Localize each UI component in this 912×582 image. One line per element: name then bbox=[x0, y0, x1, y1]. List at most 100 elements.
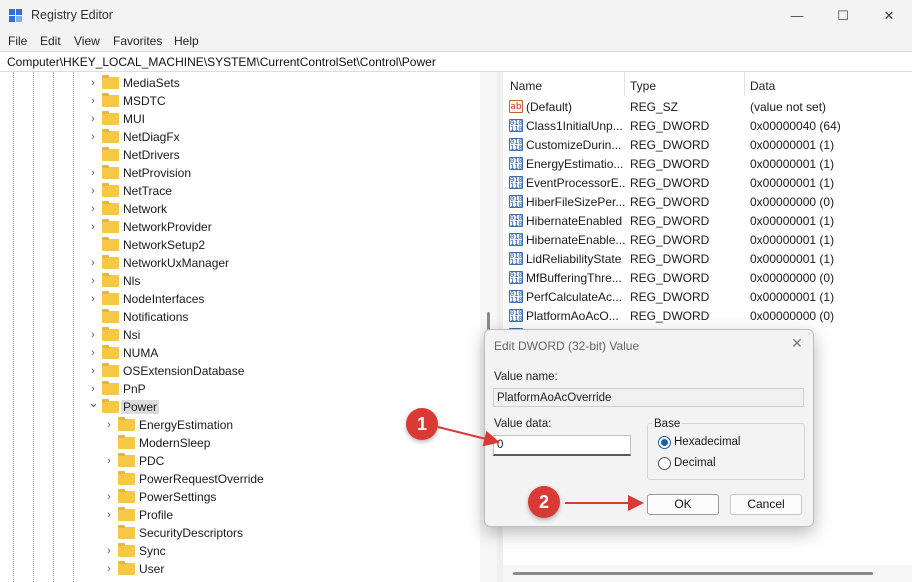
values-scroll-thumb[interactable] bbox=[513, 572, 873, 575]
binary-value-icon: 010 110 bbox=[509, 309, 523, 322]
menu-view[interactable]: View bbox=[74, 34, 100, 48]
value-data-field[interactable]: 0 bbox=[493, 435, 631, 456]
cancel-button[interactable]: Cancel bbox=[730, 494, 802, 515]
column-type-header[interactable]: Type bbox=[623, 72, 745, 96]
chevron-right-icon[interactable]: › bbox=[88, 328, 98, 342]
tree-item[interactable]: Notifications bbox=[0, 308, 480, 326]
key-tree[interactable]: › MediaSets › MSDTC › MUI › NetDiagFx NetDrivers… bbox=[0, 72, 497, 582]
chevron-down-icon[interactable]: ⌄ bbox=[88, 396, 99, 410]
folder-icon bbox=[102, 147, 119, 161]
decimal-radio-button[interactable] bbox=[658, 457, 671, 470]
value-name-label: Value name: bbox=[494, 371, 558, 383]
value-row[interactable]: 010 110 HibernateEnable... REG_DWORD 0x0000… bbox=[503, 230, 912, 249]
value-row[interactable]: 010 110 HibernateEnabled REG_DWORD 0x000000… bbox=[503, 211, 912, 230]
chevron-right-icon[interactable]: › bbox=[104, 508, 114, 522]
base-label: Base bbox=[652, 418, 683, 430]
value-type: REG_DWORD bbox=[630, 309, 710, 323]
chevron-right-icon[interactable]: › bbox=[88, 382, 98, 396]
value-name: CustomizeDurin... bbox=[526, 138, 622, 152]
tree-item[interactable]: SecurityDescriptors bbox=[0, 524, 480, 542]
chevron-right-icon[interactable]: › bbox=[104, 562, 114, 576]
values-horizontal-scrollbar[interactable] bbox=[503, 565, 912, 582]
chevron-right-icon[interactable]: › bbox=[88, 256, 98, 270]
chevron-right-icon[interactable]: › bbox=[88, 364, 98, 378]
chevron-right-icon[interactable]: › bbox=[88, 130, 98, 144]
close-button[interactable]: ✕ bbox=[866, 0, 912, 31]
chevron-right-icon[interactable]: › bbox=[88, 112, 98, 126]
chevron-right-icon[interactable]: › bbox=[88, 220, 98, 234]
value-row[interactable]: 010 110 CustomizeDurin... REG_DWORD 0x00000… bbox=[503, 135, 912, 154]
tree-item[interactable]: › NUMA bbox=[0, 344, 480, 362]
tree-item[interactable]: › OSExtensionDatabase bbox=[0, 362, 480, 380]
tree-item[interactable]: PowerRequestOverride bbox=[0, 470, 480, 488]
value-row[interactable]: ab (Default) REG_SZ (value not set) bbox=[503, 97, 912, 116]
tree-item[interactable]: › Nsi bbox=[0, 326, 480, 344]
tree-item[interactable]: › NodeInterfaces bbox=[0, 290, 480, 308]
tree-item-label: NetProvision bbox=[123, 166, 192, 180]
hexadecimal-radio-button[interactable] bbox=[658, 436, 671, 449]
tree-item[interactable]: › MUI bbox=[0, 110, 480, 128]
tree-item[interactable]: › NetProvision bbox=[0, 164, 480, 182]
address-bar[interactable]: Computer\HKEY_LOCAL_MACHINE\SYSTEM\Curre… bbox=[0, 51, 912, 72]
chevron-right-icon[interactable]: › bbox=[88, 76, 98, 90]
tree-item[interactable]: › PDC bbox=[0, 452, 480, 470]
chevron-right-icon[interactable]: › bbox=[104, 490, 114, 504]
column-name-header[interactable]: Name bbox=[503, 72, 625, 96]
menu-edit[interactable]: Edit bbox=[40, 34, 61, 48]
chevron-right-icon[interactable]: › bbox=[104, 544, 114, 558]
tree-item[interactable]: › PowerSettings bbox=[0, 488, 480, 506]
value-type: REG_DWORD bbox=[630, 195, 710, 209]
chevron-right-icon[interactable]: › bbox=[88, 184, 98, 198]
tree-item[interactable]: › MSDTC bbox=[0, 92, 480, 110]
tree-item[interactable]: › NetTrace bbox=[0, 182, 480, 200]
chevron-right-icon[interactable]: › bbox=[88, 274, 98, 288]
value-row[interactable]: 010 110 PerfCalculateAc... REG_DWORD 0x0000… bbox=[503, 287, 912, 306]
value-row[interactable]: 010 110 Class1InitialUnp... REG_DWORD 0x000… bbox=[503, 116, 912, 135]
folder-icon bbox=[118, 435, 135, 449]
chevron-right-icon[interactable]: › bbox=[88, 346, 98, 360]
tree-item[interactable]: › User bbox=[0, 560, 480, 578]
tree-item[interactable]: NetDrivers bbox=[0, 146, 480, 164]
menu-file[interactable]: File bbox=[8, 34, 27, 48]
menu-help[interactable]: Help bbox=[174, 34, 199, 48]
maximize-button[interactable]: ☐ bbox=[820, 0, 866, 31]
tree-item-label: NetworkUxManager bbox=[123, 256, 230, 270]
value-data: 0x00000001 (1) bbox=[750, 176, 835, 190]
tree-item[interactable]: ModernSleep bbox=[0, 434, 480, 452]
tree-item[interactable]: › NetDiagFx bbox=[0, 128, 480, 146]
chevron-right-icon[interactable]: › bbox=[88, 166, 98, 180]
address-path[interactable]: Computer\HKEY_LOCAL_MACHINE\SYSTEM\Curre… bbox=[7, 55, 436, 69]
dialog-close-icon[interactable]: ✕ bbox=[789, 335, 805, 351]
folder-icon bbox=[102, 75, 119, 89]
value-row[interactable]: 010 110 MfBufferingThre... REG_DWORD 0x0000… bbox=[503, 268, 912, 287]
tree-item[interactable]: › Nls bbox=[0, 272, 480, 290]
value-row[interactable]: 010 110 EventProcessorE... REG_DWORD 0x0000… bbox=[503, 173, 912, 192]
tree-item[interactable]: › NetworkUxManager bbox=[0, 254, 480, 272]
value-data: (value not set) bbox=[750, 100, 827, 114]
chevron-right-icon[interactable]: › bbox=[88, 202, 98, 216]
value-data: 0x00000040 (64) bbox=[750, 119, 841, 133]
tree-item-label: Power bbox=[121, 400, 160, 414]
value-name-field[interactable]: PlatformAoAcOverride bbox=[493, 388, 804, 407]
tree-item[interactable]: › MediaSets bbox=[0, 74, 480, 92]
folder-icon bbox=[102, 327, 119, 341]
value-row[interactable]: 010 110 PlatformAoAcO... REG_DWORD 0x000000… bbox=[503, 306, 912, 325]
chevron-right-icon[interactable]: › bbox=[88, 94, 98, 108]
chevron-right-icon[interactable]: › bbox=[88, 292, 98, 306]
tree-item[interactable]: › Profile bbox=[0, 506, 480, 524]
tree-item[interactable]: › Sync bbox=[0, 542, 480, 560]
tree-item[interactable]: ⌄ Power bbox=[0, 396, 480, 416]
tree-item[interactable]: NetworkSetup2 bbox=[0, 236, 480, 254]
value-row[interactable]: 010 110 HiberFileSizePer... REG_DWORD 0x000… bbox=[503, 192, 912, 211]
tree-item[interactable]: › NetworkProvider bbox=[0, 218, 480, 236]
menu-favorites[interactable]: Favorites bbox=[113, 34, 162, 48]
chevron-right-icon[interactable]: › bbox=[104, 418, 114, 432]
chevron-right-icon[interactable]: › bbox=[104, 454, 114, 468]
column-data-header[interactable]: Data bbox=[743, 72, 912, 96]
value-row[interactable]: 010 110 LidReliabilityState REG_DWORD 0x000… bbox=[503, 249, 912, 268]
tree-item[interactable]: › PnP bbox=[0, 380, 480, 398]
tree-item[interactable]: › Network bbox=[0, 200, 480, 218]
value-row[interactable]: 010 110 EnergyEstimatio... REG_DWORD 0x0000… bbox=[503, 154, 912, 173]
minimize-button[interactable]: — bbox=[774, 0, 820, 31]
ok-button[interactable]: OK bbox=[647, 494, 719, 515]
